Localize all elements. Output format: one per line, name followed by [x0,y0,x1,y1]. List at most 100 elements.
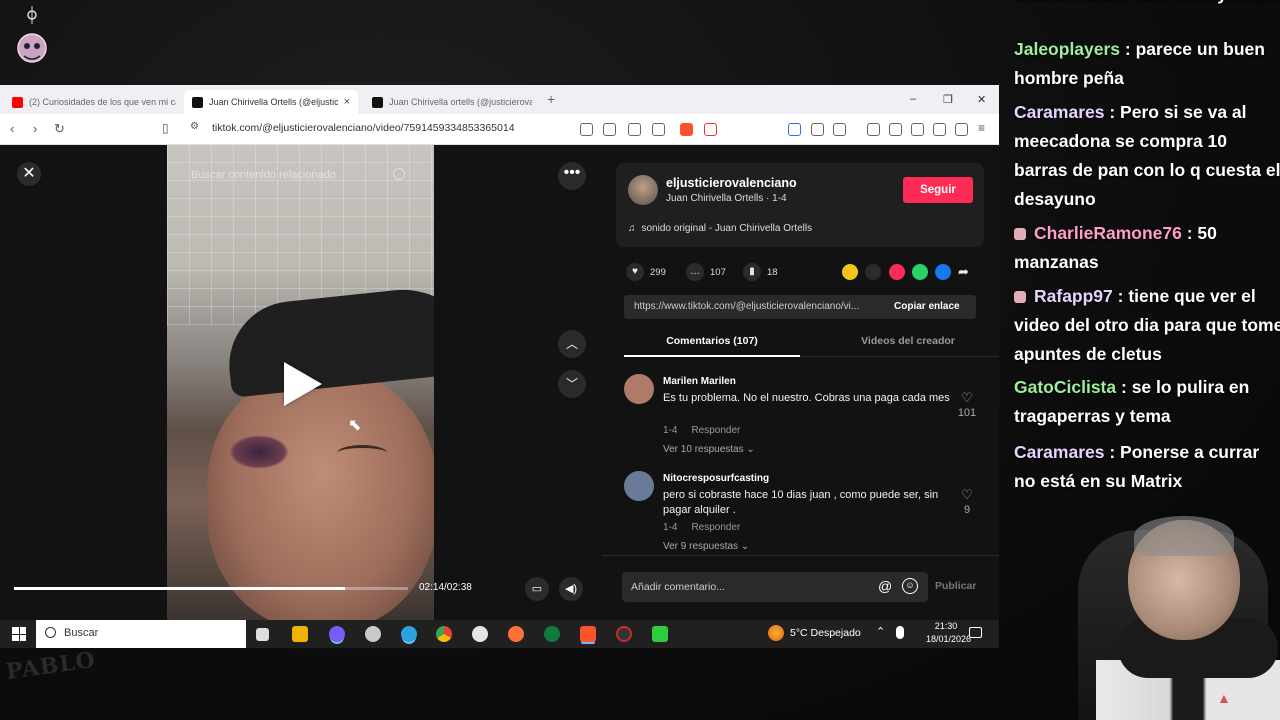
firefox-icon[interactable] [508,626,524,642]
sound-label: sonido original - Juan Chirivella Ortell… [641,223,813,234]
chat-separator: : [1104,102,1121,122]
browser-tab-tiktok[interactable]: Juan Chirivella ortells (@justicierovale… [364,90,540,114]
forward-icon[interactable]: › [33,121,37,136]
pip-icon[interactable]: ▭ [525,577,549,601]
start-icon[interactable] [12,627,26,641]
like-button[interactable]: ♥ 299 [626,263,666,281]
sidebar-icon[interactable] [889,123,902,136]
weather-text[interactable]: 5°C Despejado [790,627,861,639]
chrome-icon[interactable] [436,626,452,642]
search-icon[interactable] [393,168,405,180]
media-player-icon[interactable] [472,626,488,642]
commenter-name[interactable]: Nitocresposurfcasting [663,473,769,484]
media-icon[interactable] [833,123,846,136]
chat-message: Caramares : Pero si se va al meecadona s… [1014,98,1280,214]
video-player[interactable]: Buscar contenido relacionado ⬉ [167,145,434,620]
previous-video-button[interactable]: ︿ [558,330,586,358]
microphone-icon[interactable] [896,626,904,639]
brave-rewards-icon[interactable] [704,123,717,136]
game-app-icon[interactable] [616,626,632,642]
follow-button[interactable]: Seguir [903,177,973,203]
settings-app-icon[interactable] [365,626,381,642]
next-video-button[interactable]: ﹀ [558,370,586,398]
video-link-text[interactable]: https://www.tiktok.com/@eljusticierovale… [634,301,882,312]
brave-icon[interactable] [580,626,596,642]
sound-link[interactable]: ♫ sonido original - Juan Chirivella Ortel… [628,223,812,234]
related-search-input[interactable]: Buscar contenido relacionado [191,169,336,181]
reader-icon[interactable] [580,123,593,136]
address-bar[interactable]: tiktok.com/@eljusticierovalenciano/video… [212,122,515,134]
comment-button[interactable]: … 107 [686,263,726,281]
youtube-icon [12,96,23,108]
copy-link-button[interactable]: Copiar enlace [894,301,960,312]
close-video-button[interactable]: ✕ [17,162,41,186]
launcher-icon[interactable] [652,626,668,642]
author-handle[interactable]: eljusticierovalenciano [666,176,797,190]
taskbar-search[interactable]: Buscar [36,620,246,648]
tray-expand-icon[interactable]: ⌃ [876,625,885,638]
tab-creator-videos[interactable]: Videos del creador [820,331,996,357]
facebook-icon[interactable] [935,264,951,280]
author-avatar[interactable] [628,175,658,205]
screenshot-icon[interactable] [628,123,641,136]
video-progress-bar[interactable] [14,587,408,590]
leo-icon[interactable] [933,123,946,136]
mention-icon[interactable]: @ [878,578,892,594]
comment-like-icon[interactable]: ♡ [957,390,977,406]
view-replies-button[interactable]: Ver 10 respuestas ⌄ [663,444,755,455]
comment-like-icon[interactable]: ♡ [957,487,977,503]
reply-button[interactable]: Responder [691,522,740,533]
telegram-icon[interactable] [401,626,417,642]
restore-button[interactable]: ❐ [943,93,953,106]
xbox-icon[interactable] [544,626,560,642]
tab-comments[interactable]: Comentarios (107) [624,331,800,357]
wallet-icon[interactable] [911,123,924,136]
back-icon[interactable]: ‹ [10,121,14,136]
browser-tab-tiktok-active[interactable]: Juan Chirivella Ortells (@eljusticie × [184,90,358,114]
chat-message: Caramares : Ponerse a currar no está en … [1014,438,1280,496]
embed-icon[interactable] [865,264,881,280]
browser-tab-youtube[interactable]: (2) Curiosidades de los que ven mi canal [4,90,184,114]
vpn-icon[interactable] [955,123,968,136]
share-icon[interactable] [652,123,665,136]
play-icon[interactable] [284,362,322,406]
comment-input[interactable]: Añadir comentario... @ ☺ [622,572,928,602]
new-tab-button[interactable]: + [547,91,555,107]
brave-shields-icon[interactable] [680,123,693,136]
video-info-panel: eljusticierovalenciano Juan Chirivella O… [602,145,999,620]
volume-icon[interactable]: ◀) [559,577,583,601]
audio-icon[interactable] [788,123,801,136]
window-close-button[interactable]: ✕ [977,93,986,106]
bookmark-icon[interactable]: ▯ [162,121,169,135]
reload-icon[interactable]: ↻ [54,121,65,137]
site-settings-icon[interactable]: ⚙ [190,121,199,132]
weather-icon[interactable] [768,625,784,641]
commenter-avatar[interactable] [624,374,654,404]
share-friends-icon[interactable] [842,264,858,280]
publish-button[interactable]: Publicar [935,580,976,592]
emoji-icon[interactable]: ☺ [902,578,918,594]
translate-icon[interactable] [603,123,616,136]
comment-text: Es tu problema. No el nuestro. Cobras un… [663,392,950,404]
notification-icon[interactable] [969,627,982,638]
menu-icon[interactable]: ≡ [978,121,985,135]
share-more-icon[interactable]: ➦ [958,264,974,280]
commenter-avatar[interactable] [624,471,654,501]
clock-time[interactable]: 21:30 [926,621,966,631]
send-icon[interactable] [889,264,905,280]
browser-toolbar: ‹ › ↻ ▯ ⚙ tiktok.com/@eljusticierovalenc… [0,114,999,145]
reply-button[interactable]: Responder [691,425,740,436]
obs-icon[interactable] [329,626,345,642]
minimize-button[interactable]: – [910,93,916,105]
music-icon[interactable] [867,123,880,136]
explorer-icon[interactable] [292,626,308,642]
more-options-button[interactable]: ••• [558,162,586,190]
tab-close-icon[interactable]: × [344,96,350,108]
whatsapp-icon[interactable] [912,264,928,280]
extensions-icon[interactable] [811,123,824,136]
view-replies-button[interactable]: Ver 9 respuestas ⌄ [663,541,749,552]
save-button[interactable]: ▮ 18 [743,263,778,281]
clock-date[interactable]: 18/01/2026 [926,634,971,644]
task-view-icon[interactable] [256,628,269,641]
commenter-name[interactable]: Marilen Marilen [663,376,736,387]
